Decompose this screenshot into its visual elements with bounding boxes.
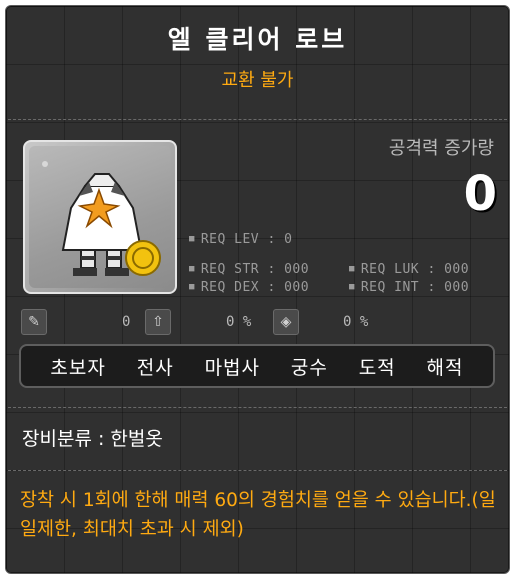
attack-increase-label: 공격력 증가량 <box>388 138 494 159</box>
stat-value-1: 0 <box>122 314 131 330</box>
stat-value-2: 0 % <box>226 314 252 330</box>
req-dex: REQ DEX : 000 <box>189 280 309 295</box>
upgrade-icon: ⇧ <box>145 309 171 335</box>
req-str: REQ STR : 000 <box>189 262 309 277</box>
equipment-category: 장비분류 : 한벌옷 <box>22 428 163 450</box>
item-description: 장착 시 1회에 한해 매력 60의 경험치를 얻을 수 있습니다.(일일제한,… <box>20 490 496 540</box>
item-icon-background <box>29 146 171 288</box>
job-archer: 궁수 <box>290 356 328 379</box>
item-name: 엘 클리어 로브 <box>167 25 348 54</box>
job-pirate: 해적 <box>426 356 464 379</box>
divider-top <box>8 119 507 120</box>
req-luk: REQ LUK : 000 <box>349 262 469 277</box>
item-tooltip: 엘 클리어 로브 교환 불가 공격력 증가량 0 ■ REQ LEV: 0 ■… <box>5 5 510 574</box>
divider-middle <box>8 407 507 408</box>
req-int: REQ INT : 000 <box>349 280 469 295</box>
job-warrior: 전사 <box>136 356 174 379</box>
job-list: 초보자 전사 마법사 궁수 도적 해적 <box>19 344 495 388</box>
shield-icon: ◈ <box>273 309 299 335</box>
item-icon-frame <box>23 140 177 294</box>
robe-icon <box>42 161 161 276</box>
req-lev: REQ LEV : 0 <box>189 232 292 247</box>
feather-icon: ✎ <box>21 309 47 335</box>
job-magician: 마법사 <box>204 356 261 379</box>
trade-status: 교환 불가 <box>221 70 294 91</box>
attack-increase-value: 0 <box>463 166 497 222</box>
divider-bottom <box>8 470 507 471</box>
stat-value-3: 0 % <box>343 314 369 330</box>
job-beginner: 초보자 <box>50 356 106 379</box>
job-thief: 도적 <box>358 356 396 379</box>
